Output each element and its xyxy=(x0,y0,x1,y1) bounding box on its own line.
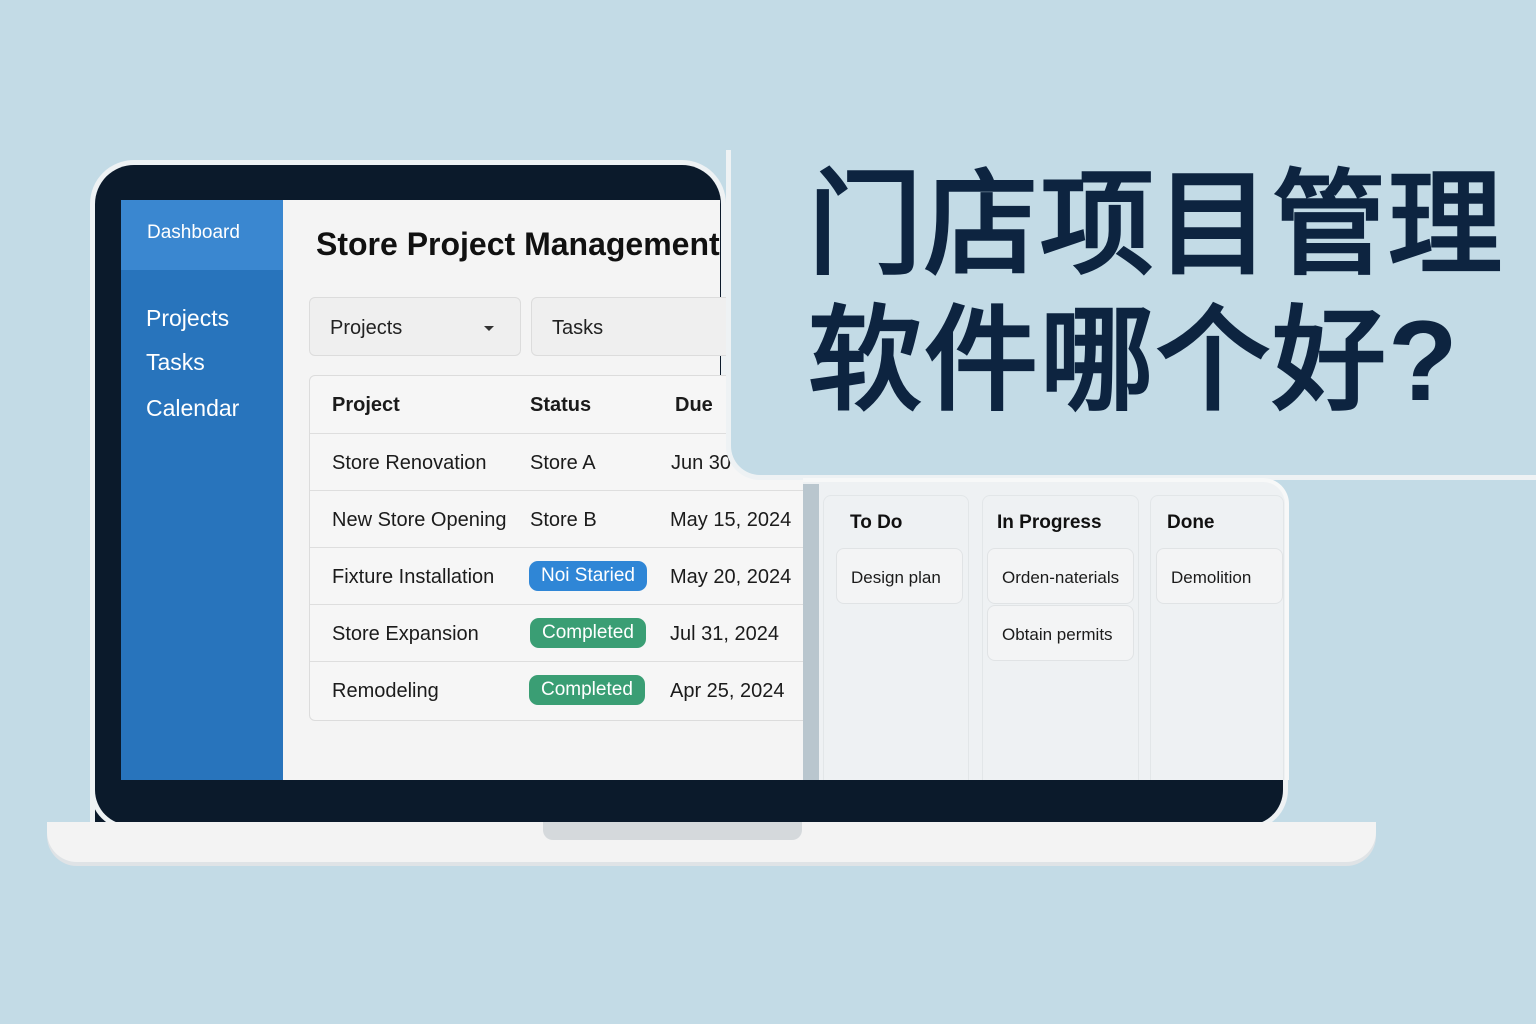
table-row[interactable]: Store Expansion Completed Jul 31, 2024 xyxy=(310,604,828,661)
column-title: In Progress xyxy=(997,512,1102,533)
headline: 门店项目管理 软件哪个好? xyxy=(808,158,1504,430)
kanban-column-todo: To Do Design plan xyxy=(823,495,969,780)
cell-project: Store Renovation xyxy=(332,452,487,474)
kanban-column-in-progress: In Progress Orden-naterials Obtain permi… xyxy=(982,495,1139,780)
sidebar-item-tasks[interactable]: Tasks xyxy=(146,349,205,376)
dropdown-label: Projects xyxy=(330,317,403,339)
task-card[interactable]: Design plan xyxy=(836,548,963,604)
table-row[interactable]: Fixture Installation Noi Staried May 20,… xyxy=(310,547,828,604)
sidebar xyxy=(121,200,283,780)
task-card[interactable]: Orden-naterials xyxy=(987,548,1134,604)
caret-down-icon xyxy=(484,326,494,336)
panel-divider[interactable] xyxy=(803,484,819,780)
table-row[interactable]: Remodeling Completed Apr 25, 2024 xyxy=(310,661,828,718)
sidebar-item-calendar[interactable]: Calendar xyxy=(146,395,239,422)
column-title: To Do xyxy=(850,512,903,533)
cell-project: New Store Opening xyxy=(332,509,507,531)
status-badge: Completed xyxy=(530,618,646,648)
status-badge: Completed xyxy=(529,675,645,705)
cell-project: Fixture Installation xyxy=(332,566,495,588)
page-title: Store Project Management xyxy=(316,226,720,262)
task-card[interactable]: Demolition xyxy=(1156,548,1283,604)
header-due[interactable]: Due xyxy=(675,394,713,417)
cell-due: Apr 25, 2024 xyxy=(670,680,785,702)
cell-due: May 20, 2024 xyxy=(670,566,792,588)
cell-project: Store Expansion xyxy=(332,623,479,645)
cell-status: Store A xyxy=(530,452,596,474)
sidebar-item-projects[interactable]: Projects xyxy=(146,305,229,332)
cell-due: Jun 30 xyxy=(671,452,732,474)
projects-dropdown[interactable]: Projects xyxy=(309,297,521,356)
sidebar-item-dashboard[interactable]: Dashboard xyxy=(121,200,283,270)
header-project[interactable]: Project xyxy=(332,394,400,417)
cell-status: Store B xyxy=(530,509,597,531)
kanban-column-done: Done Demolition xyxy=(1150,495,1284,780)
tab-tasks[interactable]: Tasks xyxy=(531,297,751,356)
headline-line1: 门店项目管理 xyxy=(808,162,1505,289)
header-status[interactable]: Status xyxy=(530,394,591,417)
status-badge: Noi Staried xyxy=(529,561,647,591)
cell-due: May 15, 2024 xyxy=(670,509,792,531)
cell-due: Jul 31, 2024 xyxy=(670,623,779,645)
task-card[interactable]: Obtain permits xyxy=(987,605,1134,661)
column-title: Done xyxy=(1167,512,1215,533)
headline-line2: 软件哪个好? xyxy=(808,298,1460,425)
laptop-base-notch xyxy=(543,822,802,840)
cell-project: Remodeling xyxy=(332,680,439,702)
table-row[interactable]: New Store Opening Store B May 15, 2024 xyxy=(310,490,828,547)
